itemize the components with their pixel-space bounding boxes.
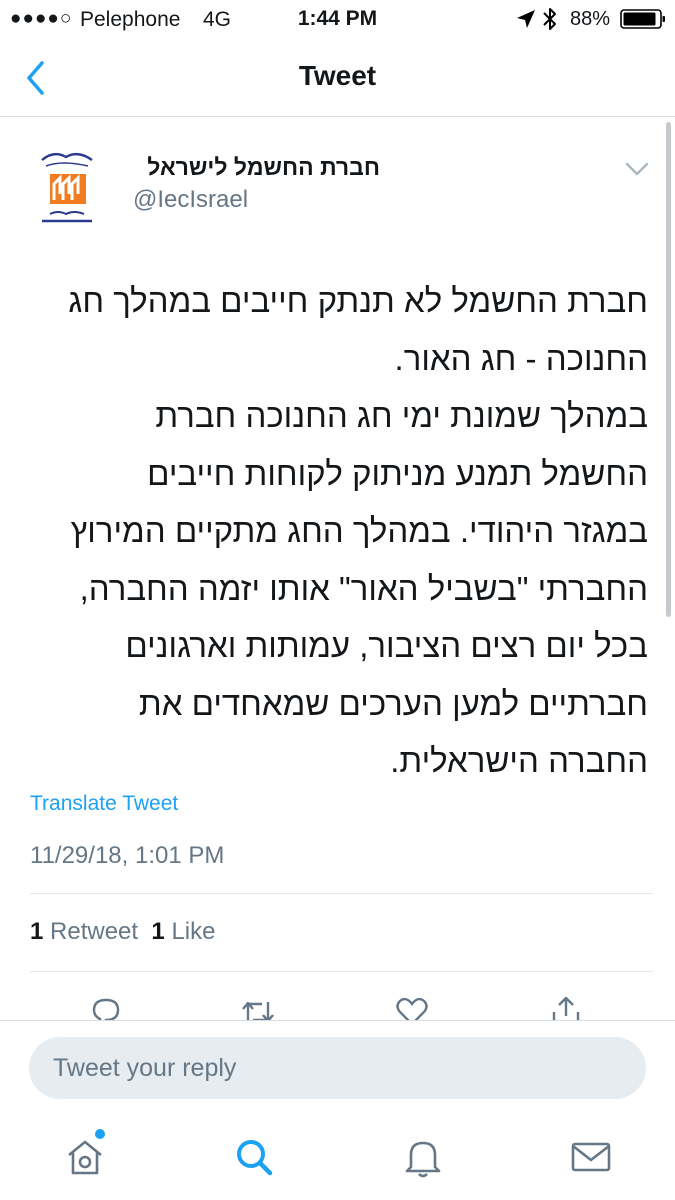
translate-tweet-link[interactable]: Translate Tweet <box>30 792 178 816</box>
like-label[interactable]: Like <box>171 918 215 945</box>
bluetooth-icon <box>543 8 556 30</box>
notification-dot <box>95 1129 105 1139</box>
company-logo[interactable] <box>32 148 102 230</box>
tweet-actions <box>0 990 675 1022</box>
reply-placeholder: Tweet your reply <box>53 1054 237 1082</box>
tab-bar <box>0 1115 675 1200</box>
retweet-label[interactable]: Retweet <box>50 918 138 945</box>
tweet-timestamp: 11/29/18, 1:01 PM <box>30 842 225 869</box>
bell-icon[interactable] <box>401 1135 445 1179</box>
signal-strength: ●●●●○ <box>10 8 73 29</box>
reply-composer: Tweet your reply <box>0 1020 675 1116</box>
status-bar: ●●●●○ Pelephone 4G 1:44 PM 88% <box>0 0 675 40</box>
divider <box>30 893 653 894</box>
chevron-down-icon[interactable] <box>624 160 650 178</box>
battery-icon <box>620 9 665 29</box>
heart-icon[interactable] <box>394 994 430 1022</box>
navigation-bar: Tweet <box>0 40 675 117</box>
retweet-icon[interactable] <box>240 994 276 1022</box>
scroll-indicator[interactable] <box>666 122 671 617</box>
share-icon[interactable] <box>548 994 584 1022</box>
tweet-text: חברת החשמל לא תנתק חייבים במהלך חג החנוכ… <box>68 282 648 779</box>
like-count: 1 <box>151 918 165 945</box>
divider <box>30 971 653 972</box>
chevron-left-icon[interactable] <box>22 58 50 98</box>
network-type: 4G <box>203 8 232 31</box>
retweet-count: 1 <box>30 918 44 945</box>
search-icon[interactable] <box>232 1135 276 1179</box>
page-title: Tweet <box>298 60 377 91</box>
location-arrow-icon <box>517 10 535 28</box>
reply-input[interactable]: Tweet your reply <box>29 1037 646 1099</box>
mail-icon[interactable] <box>569 1135 613 1179</box>
carrier-name: Pelephone <box>80 8 181 31</box>
battery-percent: 88% <box>570 8 611 30</box>
tweet-stats: 1 Retweet 1 Like <box>30 918 215 946</box>
reply-icon[interactable] <box>88 994 124 1022</box>
home-icon[interactable] <box>63 1135 107 1179</box>
author-handle[interactable]: @IecIsrael <box>133 186 248 214</box>
author-name[interactable]: חברת החשמל לישראל <box>130 154 380 181</box>
